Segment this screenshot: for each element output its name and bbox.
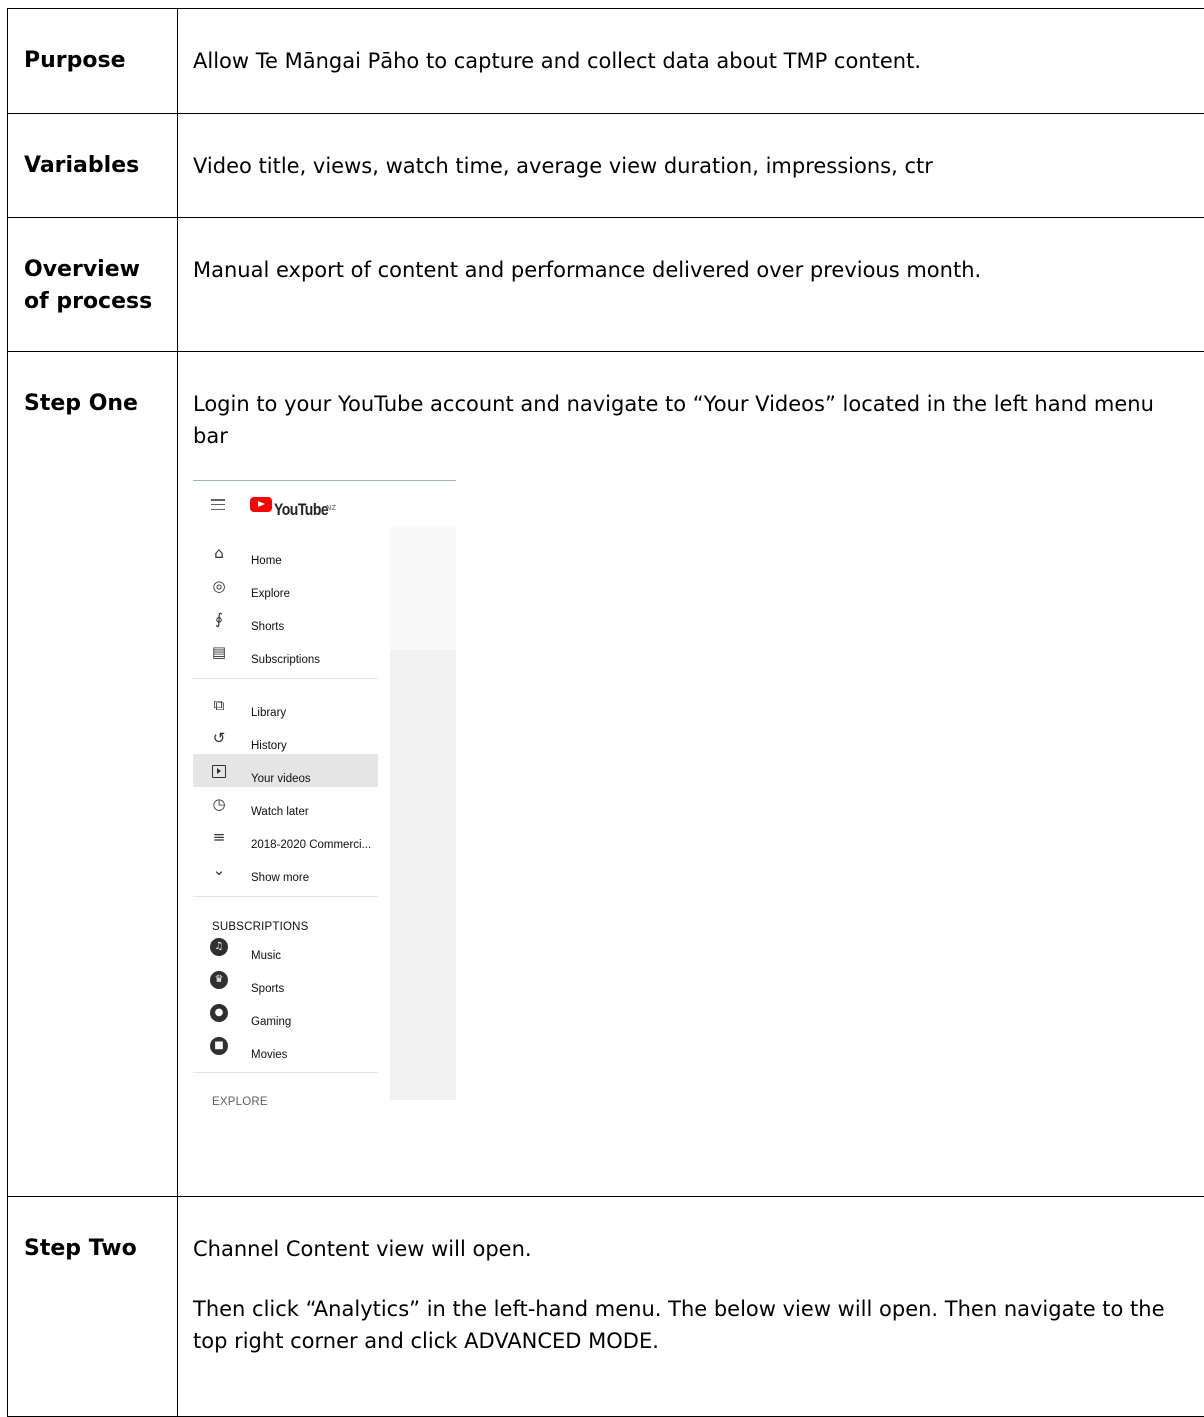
sidebar-item-history[interactable]: ↺ History [193, 721, 378, 754]
row-label-variables: Variables [8, 114, 178, 218]
sidebar-item-label: Subscriptions [251, 644, 320, 676]
row-label-purpose: Purpose [8, 9, 178, 114]
row-text-step-two: Channel Content view will open. Then cli… [178, 1197, 1204, 1417]
chevron-down-icon: ⌄ [210, 861, 228, 879]
content-area-top [390, 527, 456, 650]
sidebar-item-library[interactable]: ⧉ Library [193, 688, 378, 721]
youtube-wordmark[interactable]: YouTube [274, 494, 328, 526]
sidebar-item-your-videos[interactable]: Your videos [193, 754, 378, 787]
sidebar-item-label: Show more [251, 862, 309, 894]
sidebar-item-shorts[interactable]: ∮ Shorts [193, 602, 378, 635]
history-icon: ↺ [210, 729, 228, 747]
table-row: Variables Video title, views, watch time… [8, 114, 1204, 218]
region-label: NZ [326, 492, 336, 524]
subscriptions-icon: ▤ [210, 643, 228, 661]
sports-icon: ♛ [210, 971, 228, 989]
divider [193, 896, 378, 897]
step-one-text: Login to your YouTube account and naviga… [193, 388, 1186, 452]
watch-later-icon: ◷ [210, 795, 228, 813]
menu-icon[interactable] [211, 499, 225, 510]
music-icon: ♫ [210, 938, 228, 956]
row-text-overview: Manual export of content and performance… [178, 218, 1204, 352]
home-icon: ⌂ [210, 544, 228, 562]
gaming-icon: ● [210, 1004, 228, 1022]
sidebar-item-playlist[interactable]: ≡ 2018-2020 Commerci... [193, 820, 378, 853]
explore-icon: ◎ [210, 577, 228, 595]
divider [193, 678, 378, 679]
youtube-header: YouTube NZ [193, 480, 390, 528]
sidebar-item-subscriptions[interactable]: ▤ Subscriptions [193, 635, 378, 668]
library-icon: ⧉ [210, 696, 228, 714]
sidebar-item-explore[interactable]: ◎ Explore [193, 569, 378, 602]
row-label-overview: Overviewof process [8, 218, 178, 352]
table-row: Overviewof process Manual export of cont… [8, 218, 1204, 352]
step-two-paragraph: Then click “Analytics” in the left-hand … [193, 1293, 1186, 1357]
sidebar-item-music[interactable]: ♫ Music [193, 931, 378, 964]
explore-heading: EXPLORE [212, 1086, 268, 1118]
row-text-step-one: Login to your YouTube account and naviga… [178, 352, 1204, 1197]
youtube-sidebar-screenshot: YouTube NZ ⌂ Home ◎ Explore ∮ Shorts ▤ [193, 480, 458, 1100]
sidebar-item-show-more[interactable]: ⌄ Show more [193, 853, 378, 886]
sidebar-item-gaming[interactable]: ● Gaming [193, 997, 378, 1030]
table-row: Purpose Allow Te Māngai Pāho to capture … [8, 9, 1204, 114]
sidebar-item-watch-later[interactable]: ◷ Watch later [193, 787, 378, 820]
table-row: Step One Login to your YouTube account a… [8, 352, 1204, 1197]
sidebar-item-label: Movies [251, 1039, 287, 1071]
sidebar-item-sports[interactable]: ♛ Sports [193, 964, 378, 997]
step-two-paragraph: Channel Content view will open. [193, 1233, 1186, 1265]
youtube-logo-icon[interactable] [250, 497, 272, 512]
your-videos-icon [210, 762, 228, 780]
shorts-icon: ∮ [210, 610, 228, 628]
sidebar-item-movies[interactable]: ■ Movies [193, 1030, 378, 1063]
row-label-step-one: Step One [8, 352, 178, 1197]
playlist-icon: ≡ [210, 828, 228, 846]
divider [193, 1072, 378, 1073]
movies-icon: ■ [210, 1037, 228, 1055]
row-text-purpose: Allow Te Māngai Pāho to capture and coll… [178, 9, 1204, 114]
row-label-step-two: Step Two [8, 1197, 178, 1417]
table-row: Step Two Channel Content view will open.… [8, 1197, 1204, 1417]
sidebar-item-home[interactable]: ⌂ Home [193, 536, 378, 569]
row-text-variables: Video title, views, watch time, average … [178, 114, 1204, 218]
process-table: Purpose Allow Te Māngai Pāho to capture … [7, 8, 1204, 1417]
